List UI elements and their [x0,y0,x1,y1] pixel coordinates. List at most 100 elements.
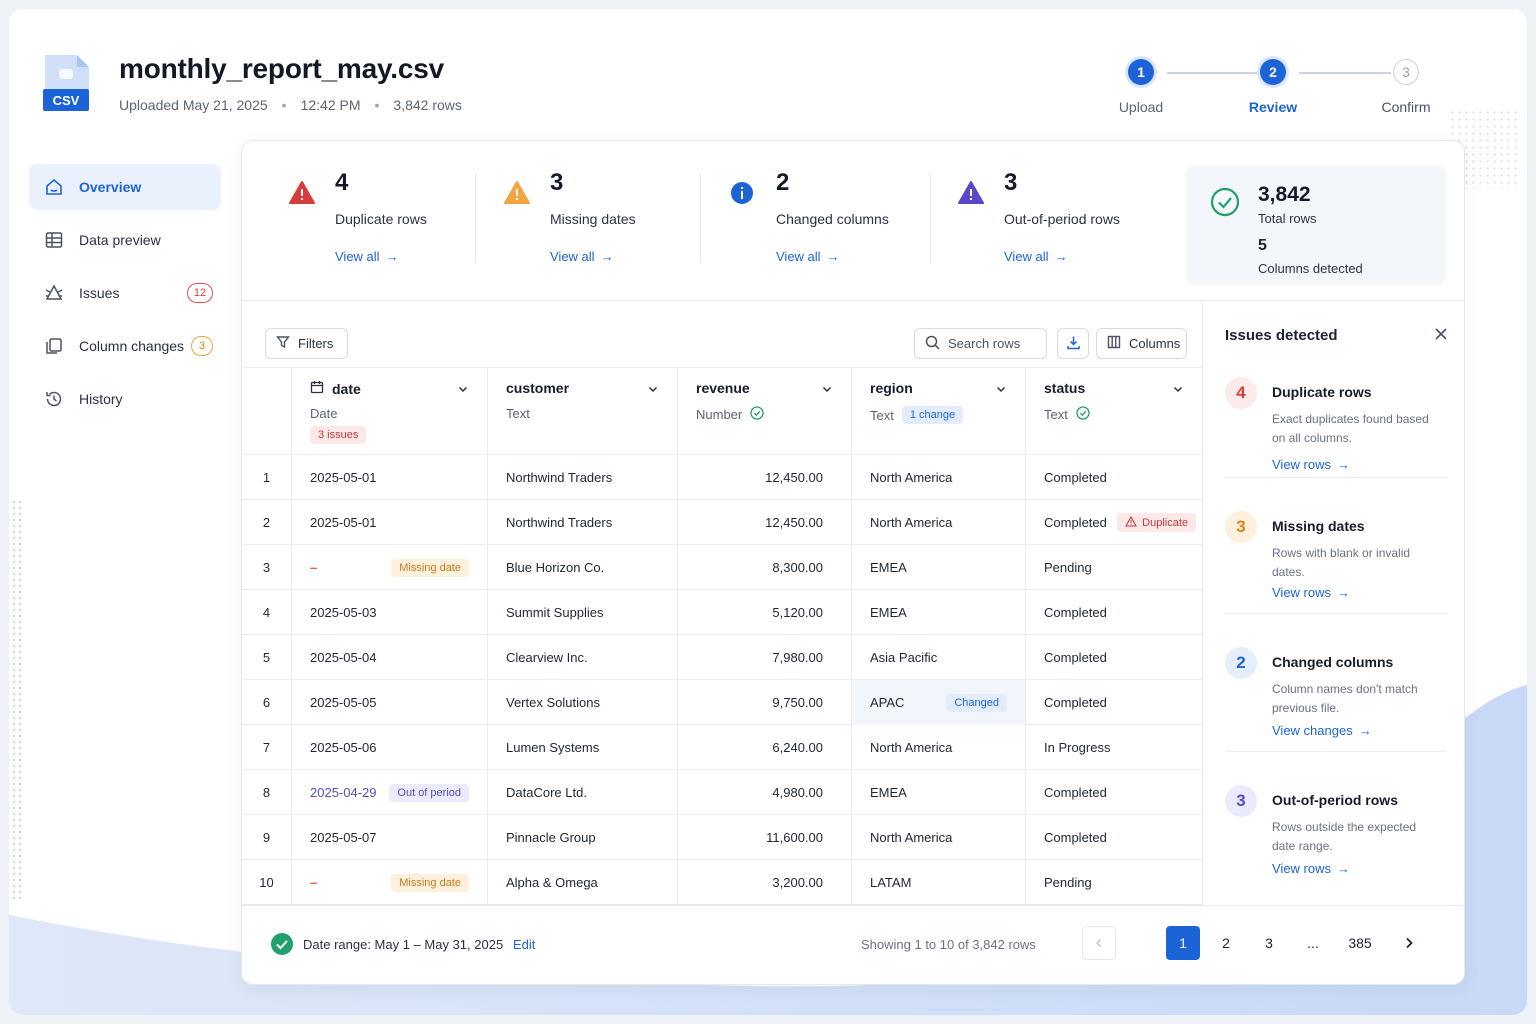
issue-view-link[interactable]: View rows → [1272,861,1350,876]
cell-revenue[interactable]: 3,200.00 [677,860,851,905]
table-row[interactable]: 3 – Missing date Blue Horizon Co. 8,300.00 EM… [242,545,1202,590]
cell-customer[interactable]: Blue Horizon Co. [487,545,677,590]
sidebar-item-data-preview[interactable]: Data preview [29,217,221,263]
cell-date[interactable]: 2025-05-05 [291,680,487,725]
cell-customer[interactable]: Northwind Traders [487,455,677,500]
cell-status[interactable]: Pending [1025,860,1202,905]
table-row[interactable]: 6 2025-05-05 Vertex Solutions 9,750.00 APAC C… [242,680,1202,725]
view-all-link[interactable]: View all → [1004,249,1068,264]
chevron-down-icon[interactable] [647,382,659,400]
issue-view-link[interactable]: View rows → [1272,457,1350,472]
cell-date[interactable]: 2025-05-06 [291,725,487,770]
table-row[interactable]: 4 2025-05-03 Summit Supplies 5,120.00 EMEA Co… [242,590,1202,635]
cell-region[interactable]: North America [851,455,1025,500]
step-confirm[interactable]: 3 Confirm [1366,59,1446,115]
close-icon[interactable] [1434,327,1448,346]
table-row[interactable]: 10 – Missing date Alpha & Omega 3,200.00 LATA… [242,860,1202,905]
step-review[interactable]: 2 Review [1233,59,1313,115]
cell-region[interactable]: Asia Pacific [851,635,1025,680]
cell-status[interactable]: In Progress [1025,725,1202,770]
cell-idx[interactable]: 7 [242,725,291,770]
cell-customer[interactable]: Lumen Systems [487,725,677,770]
cell-status[interactable]: Completed [1025,680,1202,725]
columns-button[interactable]: Columns [1096,328,1187,359]
cell-idx[interactable]: 5 [242,635,291,680]
cell-status[interactable]: Pending [1025,545,1202,590]
cell-revenue[interactable]: 7,980.00 [677,635,851,680]
cell-idx[interactable]: 8 [242,770,291,815]
cell-status[interactable]: Completed [1025,770,1202,815]
page-button-last[interactable]: 385 [1339,926,1381,960]
cell-revenue[interactable]: 11,600.00 [677,815,851,860]
cell-region[interactable]: EMEA [851,545,1025,590]
cell-date[interactable]: 2025-05-01 [291,500,487,545]
cell-date[interactable]: 2025-05-03 [291,590,487,635]
cell-customer[interactable]: Clearview Inc. [487,635,677,680]
cell-revenue[interactable]: 9,750.00 [677,680,851,725]
column-header-date[interactable]: date Date 3 issues [291,368,487,456]
page-button-1[interactable]: 1 [1166,926,1200,960]
cell-date[interactable]: 2025-04-29 Out of period [291,770,487,815]
cell-region[interactable]: EMEA [851,770,1025,815]
cell-date[interactable]: 2025-05-01 [291,455,487,500]
column-header-status[interactable]: status Text [1025,368,1202,456]
cell-customer[interactable]: Vertex Solutions [487,680,677,725]
cell-date[interactable]: – Missing date [291,860,487,905]
sidebar-item-issues[interactable]: Issues 12 [29,270,221,316]
cell-status[interactable]: Completed [1025,455,1202,500]
cell-status[interactable]: Completed [1025,590,1202,635]
cell-idx[interactable]: 4 [242,590,291,635]
cell-date[interactable]: – Missing date [291,545,487,590]
issue-view-link[interactable]: View rows → [1272,585,1350,600]
step-upload[interactable]: 1 Upload [1101,59,1181,115]
table-row[interactable]: 8 2025-04-29 Out of period DataCore Ltd. 4,9… [242,770,1202,815]
page-button-2[interactable]: 2 [1209,926,1243,960]
chevron-down-icon[interactable] [457,382,469,400]
table-row[interactable]: 9 2025-05-07 Pinnacle Group 11,600.00 North … [242,815,1202,860]
chevron-down-icon[interactable] [995,382,1007,400]
previous-page-button[interactable] [1082,926,1116,960]
view-all-link[interactable]: View all → [335,249,399,264]
column-header-customer[interactable]: customer Text [487,368,677,456]
sidebar-item-column-changes[interactable]: Column changes 3 [29,323,221,369]
table-row[interactable]: 7 2025-05-06 Lumen Systems 6,240.00 North Am… [242,725,1202,770]
sidebar-item-overview[interactable]: Overview [29,164,221,210]
edit-date-range-link[interactable]: Edit [513,937,535,952]
table-row[interactable]: 1 2025-05-01 Northwind Traders 12,450.00 Nor… [242,455,1202,500]
cell-customer[interactable]: Northwind Traders [487,500,677,545]
cell-idx[interactable]: 6 [242,680,291,725]
table-row[interactable]: 2 2025-05-01 Northwind Traders 12,450.00 Nor… [242,500,1202,545]
page-button-3[interactable]: 3 [1252,926,1286,960]
cell-status[interactable]: Completed [1025,815,1202,860]
cell-region[interactable]: North America [851,725,1025,770]
cell-idx[interactable]: 10 [242,860,291,905]
cell-idx[interactable]: 3 [242,545,291,590]
cell-idx[interactable]: 9 [242,815,291,860]
search-rows-input[interactable]: Search rows [914,328,1047,359]
view-all-link[interactable]: View all → [550,249,614,264]
sidebar-item-history[interactable]: History [29,376,221,422]
cell-revenue[interactable]: 4,980.00 [677,770,851,815]
cell-region[interactable]: APAC Changed [851,680,1025,725]
download-button[interactable] [1057,328,1089,359]
cell-idx[interactable]: 1 [242,455,291,500]
cell-customer[interactable]: Pinnacle Group [487,815,677,860]
filters-button[interactable]: Filters [265,328,348,359]
chevron-down-icon[interactable] [1172,382,1184,400]
cell-revenue[interactable]: 6,240.00 [677,725,851,770]
next-page-button[interactable] [1392,926,1426,960]
column-header-region[interactable]: region Text 1 change [851,368,1025,456]
cell-revenue[interactable]: 12,450.00 [677,500,851,545]
column-header-revenue[interactable]: revenue Number [677,368,851,456]
cell-customer[interactable]: Summit Supplies [487,590,677,635]
table-row[interactable]: 5 2025-05-04 Clearview Inc. 7,980.00 Asia Pa… [242,635,1202,680]
cell-region[interactable]: LATAM [851,860,1025,905]
cell-revenue[interactable]: 8,300.00 [677,545,851,590]
cell-region[interactable]: EMEA [851,590,1025,635]
chevron-down-icon[interactable] [821,382,833,400]
cell-status[interactable]: Completed Duplicate [1025,500,1202,545]
cell-customer[interactable]: DataCore Ltd. [487,770,677,815]
cell-idx[interactable]: 2 [242,500,291,545]
view-all-link[interactable]: View all → [776,249,840,264]
cell-customer[interactable]: Alpha & Omega [487,860,677,905]
